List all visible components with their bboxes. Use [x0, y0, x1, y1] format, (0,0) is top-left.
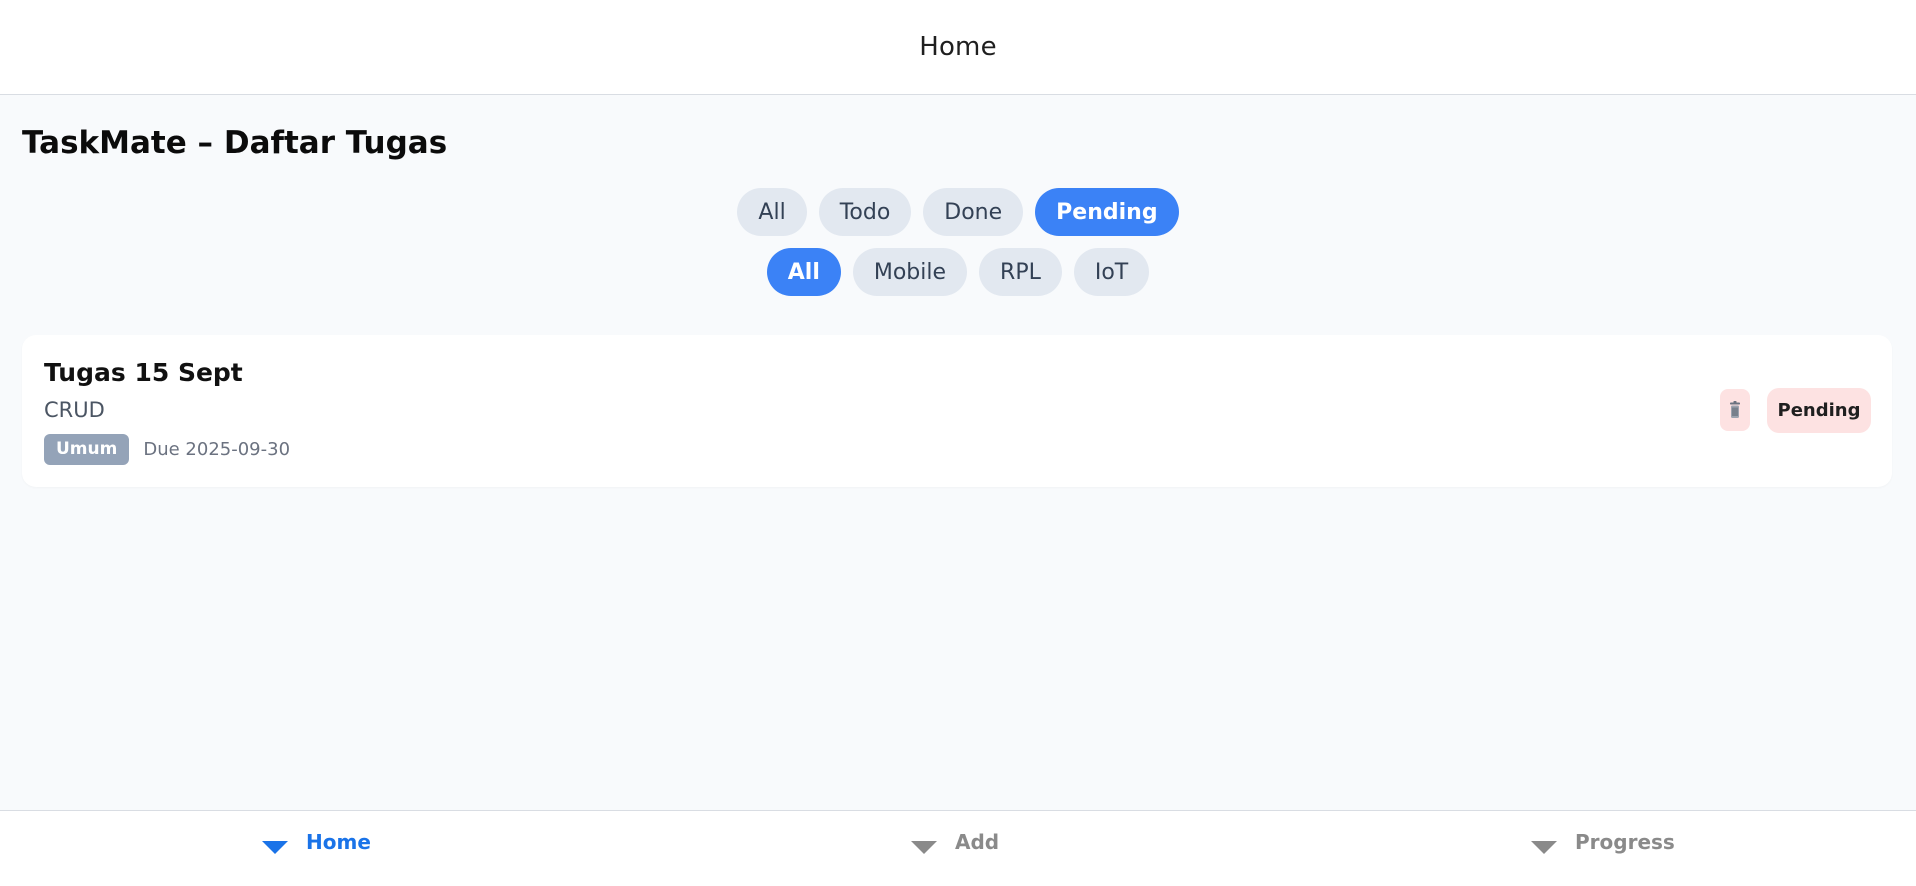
- nav-add-label: Add: [955, 830, 1000, 854]
- header-title: Home: [919, 32, 997, 62]
- task-description: CRUD: [44, 398, 105, 422]
- caret-down-icon: [262, 840, 288, 854]
- status-filter-todo[interactable]: Todo: [818, 188, 912, 236]
- category-filter-row: All Mobile RPL IoT: [0, 248, 1916, 296]
- nav-home-label: Home: [306, 830, 371, 854]
- trash-icon: [1730, 401, 1740, 418]
- nav-progress[interactable]: Progress: [1531, 830, 1675, 854]
- task-title: Tugas 15 Sept: [44, 358, 243, 387]
- status-badge: Pending: [1767, 388, 1871, 433]
- task-meta: Umum Due 2025-09-30: [44, 434, 290, 465]
- status-filter-all[interactable]: All: [737, 188, 807, 236]
- delete-task-button[interactable]: [1720, 389, 1750, 431]
- page-title: TaskMate – Daftar Tugas: [22, 125, 448, 161]
- category-filter-iot[interactable]: IoT: [1073, 248, 1150, 296]
- category-tag: Umum: [44, 434, 130, 465]
- nav-progress-label: Progress: [1575, 830, 1675, 854]
- caret-down-icon: [1531, 840, 1557, 854]
- nav-home[interactable]: Home: [262, 830, 371, 854]
- nav-add[interactable]: Add: [911, 830, 999, 854]
- caret-down-icon: [911, 840, 937, 854]
- top-app-bar: Home: [0, 0, 1916, 95]
- due-date: Due 2025-09-30: [143, 439, 291, 460]
- status-filter-pending[interactable]: Pending: [1035, 188, 1179, 236]
- task-card[interactable]: Tugas 15 Sept CRUD Umum Due 2025-09-30 P…: [22, 335, 1892, 487]
- category-filter-rpl[interactable]: RPL: [979, 248, 1062, 296]
- category-filter-mobile[interactable]: Mobile: [852, 248, 968, 296]
- bottom-navigation: Home Add Progress: [0, 810, 1916, 886]
- category-filter-all[interactable]: All: [766, 248, 841, 296]
- main-content: TaskMate – Daftar Tugas All Todo Done Pe…: [0, 95, 1916, 810]
- app-root: Home TaskMate – Daftar Tugas All Todo Do…: [0, 0, 1916, 886]
- status-filter-row: All Todo Done Pending: [0, 188, 1916, 236]
- status-filter-done[interactable]: Done: [923, 188, 1024, 236]
